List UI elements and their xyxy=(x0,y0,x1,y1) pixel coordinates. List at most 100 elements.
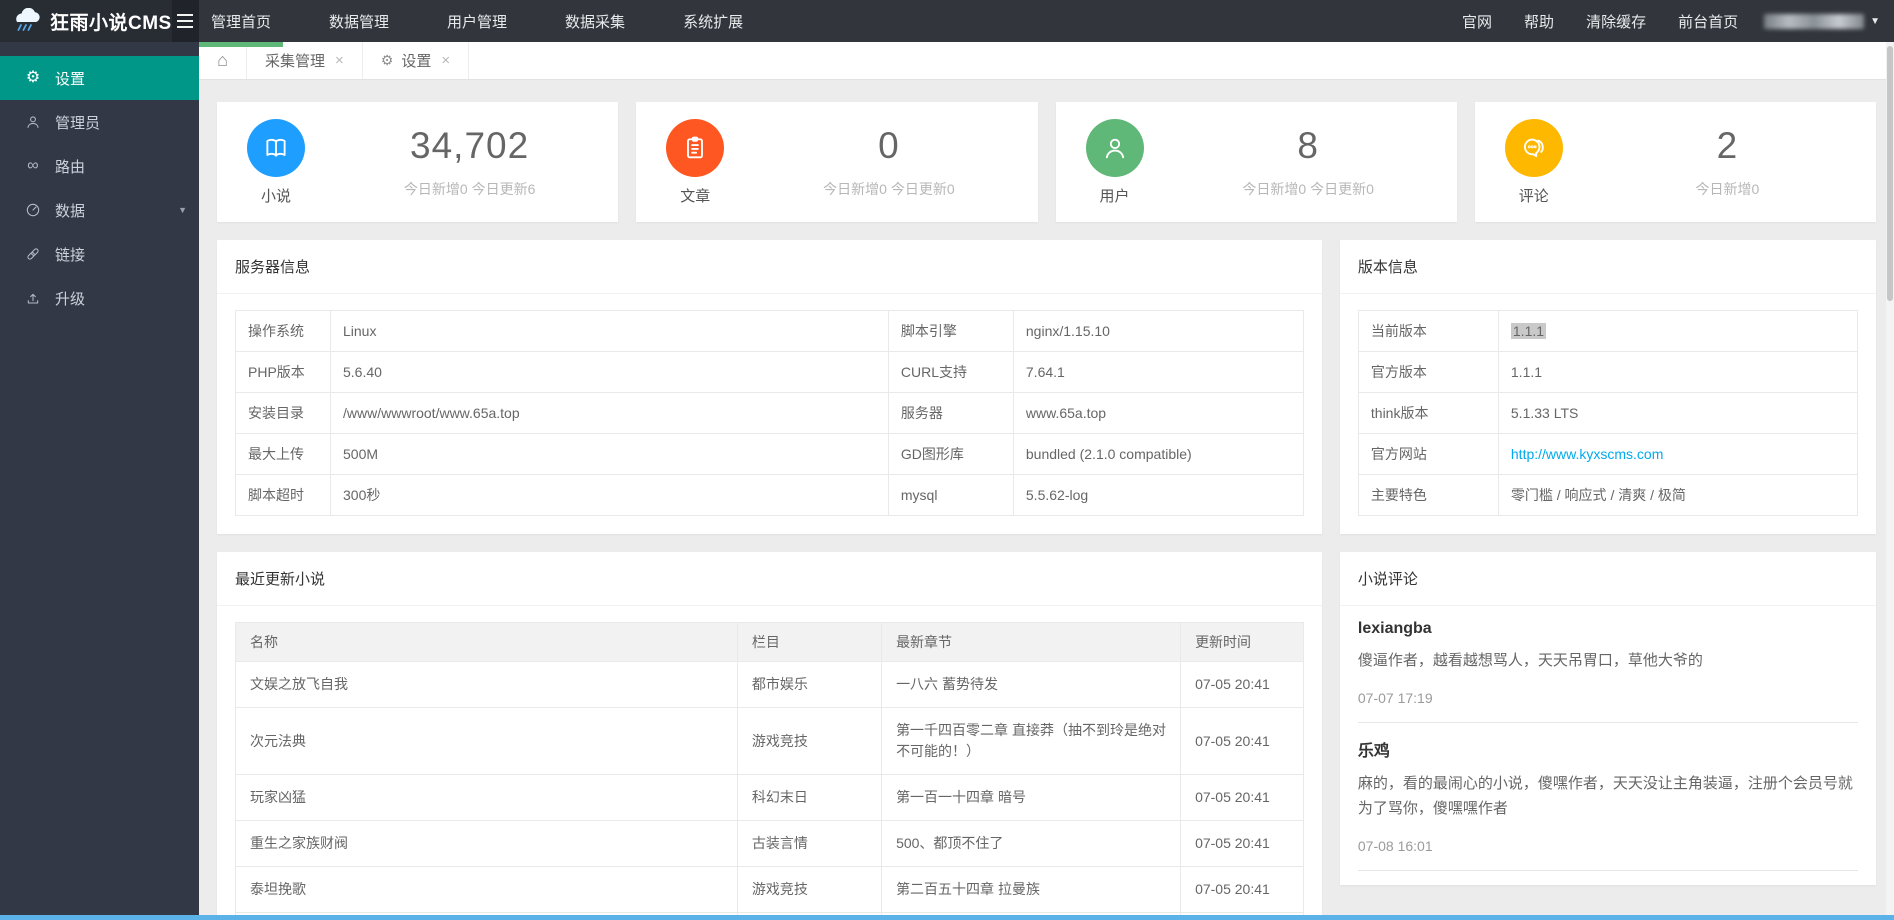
table-header-row: 名称 栏目 最新章节 更新时间 xyxy=(235,622,1304,662)
novel-update-time: 07-05 20:41 xyxy=(1180,866,1304,913)
kv-key: GD图形库 xyxy=(887,433,1014,475)
nav-item-data-manage[interactable]: 数据管理 xyxy=(317,0,401,42)
stat-value: 0 xyxy=(878,125,900,166)
gear-icon: ⚙ xyxy=(380,52,394,68)
user-menu[interactable]: ▼ xyxy=(1754,0,1894,42)
tab-home[interactable]: ⌂ xyxy=(199,42,247,79)
table-row: 重生之家族财阀 古装言情 500、都顶不住了 07-05 20:41 xyxy=(235,820,1304,867)
scrollbar-thumb[interactable] xyxy=(1887,46,1893,301)
kv-value: www.65a.top xyxy=(1012,392,1304,434)
novel-update-time: 07-05 20:41 xyxy=(1180,774,1304,821)
bottom-row: 最近更新小说 名称 栏目 最新章节 更新时间 文娱之放飞自我 都市娱乐 一八六 蓄… xyxy=(217,552,1876,920)
table-row: 官方网站 http://www.kyxscms.com xyxy=(1357,433,1859,475)
stat-value: 2 xyxy=(1716,125,1739,166)
link-clear-cache[interactable]: 清除缓存 xyxy=(1570,0,1662,42)
column-header: 栏目 xyxy=(736,622,883,662)
sidebar-item-settings[interactable]: ⚙ 设置 xyxy=(0,56,199,100)
stat-value: 8 xyxy=(1297,125,1319,166)
novel-comments-panel: 小说评论 lexiangba 傻逼作者，越看越想骂人，天天吊胃口，草他大爷的 0… xyxy=(1339,552,1876,885)
sidebar-item-upgrade[interactable]: 升级 xyxy=(0,276,199,320)
table-row: 脚本超时 300秒 mysql 5.5.62-log xyxy=(235,474,1304,516)
table-row: PHP版本 5.6.40 CURL支持 7.64.1 xyxy=(235,351,1304,393)
recent-novels-panel: 最近更新小说 名称 栏目 最新章节 更新时间 文娱之放飞自我 都市娱乐 一八六 蓄… xyxy=(217,552,1322,920)
stat-sub: 今日新增0 今日更新0 xyxy=(1242,181,1374,197)
column-header: 名称 xyxy=(235,622,738,662)
stat-sub: 今日新增0 xyxy=(1695,181,1760,197)
bottom-trace-bar xyxy=(0,915,1894,920)
panel-title: 小说评论 xyxy=(1339,552,1876,606)
close-icon[interactable]: × xyxy=(335,52,344,69)
novel-latest-chapter: 500、都顶不住了 xyxy=(881,820,1182,867)
stats-row: 小说 34,702 今日新增0 今日更新6 文章 0 今日新增0 今日更新0 用… xyxy=(217,102,1876,222)
stat-label: 用户 xyxy=(1099,187,1130,205)
tab-label: 采集管理 xyxy=(265,53,326,70)
official-website-link[interactable]: http://www.kyxscms.com xyxy=(1511,446,1663,462)
kv-key: think版本 xyxy=(1357,392,1499,434)
kv-key: 脚本引擎 xyxy=(887,310,1014,352)
version-info-table: 当前版本 1.1.1 官方版本 1.1.1 think版本 5.1.33 LTS… xyxy=(1357,310,1859,516)
novel-category: 古装言情 xyxy=(736,820,883,867)
nav-item-data-collect[interactable]: 数据采集 xyxy=(553,0,637,42)
kv-value: http://www.kyxscms.com xyxy=(1497,433,1859,475)
comment-author: lexiangba xyxy=(1357,620,1432,637)
sidebar-item-data[interactable]: 数据 ▼ xyxy=(0,188,199,232)
sidebar-item-links[interactable]: 链接 xyxy=(0,232,199,276)
link-front-home[interactable]: 前台首页 xyxy=(1662,0,1754,42)
kv-value: /www/wwwroot/www.65a.top xyxy=(330,392,889,434)
link-icon xyxy=(24,245,42,263)
tab-settings[interactable]: ⚙ 设置 × xyxy=(363,42,470,79)
comment-date: 07-07 17:19 xyxy=(1357,689,1433,706)
stat-card-users: 用户 8 今日新增0 今日更新0 xyxy=(1055,102,1457,222)
kv-key: 安装目录 xyxy=(235,392,331,434)
server-info-panel: 服务器信息 操作系统 Linux 脚本引擎 nginx/1.15.10 PHP版本 5… xyxy=(217,240,1322,534)
comments-icon xyxy=(1504,118,1563,177)
kv-key: 官方网站 xyxy=(1357,433,1499,475)
recent-novels-table: 名称 栏目 最新章节 更新时间 文娱之放飞自我 都市娱乐 一八六 蓄势待发 07-0… xyxy=(235,622,1304,920)
sidebar: ⚙ 设置 管理员 ∞ 路由 数据 ▼ 链接 升级 xyxy=(0,42,199,920)
menu-toggle-icon[interactable] xyxy=(171,0,199,42)
table-row: 玩家凶猛 科幻末日 第一百一十四章 暗号 07-05 20:41 xyxy=(235,774,1304,821)
stat-label: 文章 xyxy=(680,187,711,205)
comment-text: 傻逼作者，越看越想骂人，天天吊胃口，草他大爷的 xyxy=(1357,652,1703,669)
kv-key: mysql xyxy=(887,474,1014,516)
table-row: 安装目录/www/wwwroot/www.65a.top 服务器 www.65a.… xyxy=(235,392,1304,434)
comment-item: lexiangba 傻逼作者，越看越想骂人，天天吊胃口，草他大爷的 07-07 … xyxy=(1357,606,1858,723)
stat-card-novels: 小说 34,702 今日新增0 今日更新6 xyxy=(217,102,619,222)
novel-name: 玩家凶猛 xyxy=(235,774,738,821)
table-row: 主要特色 零门槛 / 响应式 / 清爽 / 极简 xyxy=(1357,474,1859,516)
app-logo: 狂雨小说CMS xyxy=(0,0,199,42)
nav-item-system-extend[interactable]: 系统扩展 xyxy=(671,0,755,42)
vertical-scrollbar[interactable] xyxy=(1886,42,1894,920)
table-row: think版本 5.1.33 LTS xyxy=(1357,392,1859,434)
article-icon xyxy=(666,118,725,177)
nav-item-user-manage[interactable]: 用户管理 xyxy=(435,0,519,42)
panel-title: 最近更新小说 xyxy=(217,552,1322,606)
novel-latest-chapter: 第一千四百零二章 直接莽（抽不到玲是绝对不可能的！） xyxy=(881,707,1182,775)
tab-collect-manage[interactable]: 采集管理 × xyxy=(247,42,363,79)
table-row: 官方版本 1.1.1 xyxy=(1357,351,1859,393)
sidebar-item-admins[interactable]: 管理员 xyxy=(0,100,199,144)
kv-key: 官方版本 xyxy=(1357,351,1499,393)
sidebar-item-label: 管理员 xyxy=(55,114,101,132)
novel-latest-chapter: 第二百五十四章 拉曼族 xyxy=(881,866,1182,913)
novel-category: 游戏竞技 xyxy=(736,707,883,775)
stat-sub: 今日新增0 今日更新0 xyxy=(823,181,955,197)
topbar: 狂雨小说CMS 管理首页 数据管理 用户管理 数据采集 系统扩展 官网 帮助 清… xyxy=(0,0,1894,47)
chevron-down-icon: ▼ xyxy=(178,205,187,215)
info-row: 服务器信息 操作系统 Linux 脚本引擎 nginx/1.15.10 PHP版本 5… xyxy=(217,240,1876,534)
link-help[interactable]: 帮助 xyxy=(1508,0,1570,42)
close-icon[interactable]: × xyxy=(441,52,450,69)
kv-key: 当前版本 xyxy=(1357,310,1499,352)
novel-category: 都市娱乐 xyxy=(736,661,883,708)
kv-value: 1.1.1 xyxy=(1497,310,1859,352)
table-row: 操作系统 Linux 脚本引擎 nginx/1.15.10 xyxy=(235,310,1304,352)
nav-item-admin-home[interactable]: 管理首页 xyxy=(199,0,284,47)
comment-author: 乐鸡 xyxy=(1357,742,1390,760)
link-official-site[interactable]: 官网 xyxy=(1446,0,1508,42)
comment-text: 麻的，看的最闹心的小说，傻嘿作者，天天没让主角装逼，注册个会员号就为了骂你，傻嘿… xyxy=(1357,774,1853,818)
kv-value: nginx/1.15.10 xyxy=(1012,310,1304,352)
admin-user-icon xyxy=(24,113,42,131)
sidebar-item-routes[interactable]: ∞ 路由 xyxy=(0,144,199,188)
sidebar-item-label: 链接 xyxy=(55,246,86,264)
kv-key: PHP版本 xyxy=(235,351,331,393)
